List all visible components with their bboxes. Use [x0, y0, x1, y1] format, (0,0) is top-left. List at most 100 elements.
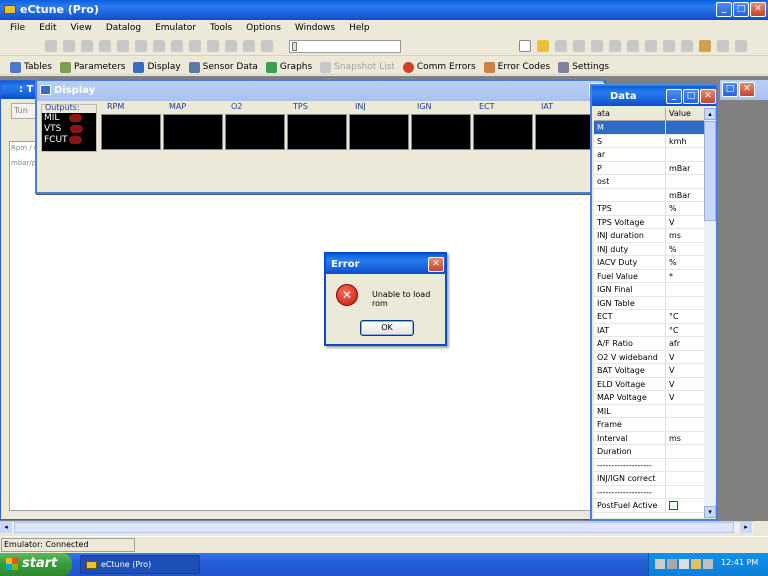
sensor-scroll-up-icon[interactable]: ▴	[704, 108, 716, 120]
sensor-row[interactable]: Duration	[594, 445, 704, 459]
folder-icon[interactable]	[153, 40, 165, 52]
sensor-scroll-down-icon[interactable]: ▾	[704, 506, 716, 518]
redo-icon[interactable]	[735, 40, 747, 52]
sensor-row[interactable]: PmBar	[594, 161, 704, 175]
error-ok-button[interactable]: OK	[360, 320, 414, 336]
menu-file[interactable]: File	[10, 23, 25, 37]
open-folder-icon[interactable]	[537, 40, 549, 52]
sensor-row[interactable]: TPS Voltage V	[594, 215, 704, 229]
sensor-scroll-thumb[interactable]	[704, 121, 716, 221]
tray-icon-5[interactable]	[703, 559, 713, 569]
taskbar-app-button[interactable]: eCtune (Pro)	[80, 555, 200, 574]
parameters-button[interactable]: Parameters	[59, 60, 125, 74]
back-icon[interactable]	[189, 40, 201, 52]
gear-icon[interactable]	[645, 40, 657, 52]
sensor-row[interactable]: Frame	[594, 418, 704, 432]
sensor-row[interactable]: IGN Final	[594, 283, 704, 297]
settings-button[interactable]: Settings	[558, 60, 609, 74]
tables-button[interactable]: Tables	[10, 60, 52, 74]
sensor-row[interactable]: Interval ms	[594, 431, 704, 445]
sensor-row[interactable]: INJ duration ms	[594, 229, 704, 243]
target-icon[interactable]	[117, 40, 129, 52]
gear2-icon[interactable]	[663, 40, 675, 52]
sensor-row[interactable]: PostFuel Active	[594, 499, 704, 513]
sensor-row[interactable]: IACV Duty%	[594, 256, 704, 270]
sensor-row[interactable]: M	[594, 121, 704, 135]
sensor-row[interactable]: ost	[594, 175, 704, 189]
app-title-bar[interactable]: eCtune (Pro) _ □ ✕	[0, 0, 768, 20]
h-scroll-thumb[interactable]	[14, 522, 734, 533]
sensor-row[interactable]: ELD Voltage V	[594, 377, 704, 391]
save-all-icon[interactable]	[99, 40, 111, 52]
sensor-row[interactable]: MAP Voltage V	[594, 391, 704, 405]
new-file-icon[interactable]	[519, 40, 531, 52]
slider-thumb[interactable]	[292, 42, 297, 51]
snapshot-list-button[interactable]: Snapshot List	[320, 60, 395, 74]
sensor-row[interactable]: INJ duty%	[594, 242, 704, 256]
tray-icon-4[interactable]	[691, 559, 701, 569]
disk5-icon[interactable]	[627, 40, 639, 52]
menu-help[interactable]: Help	[349, 23, 370, 37]
paste-icon[interactable]	[699, 40, 711, 52]
sensor-scrollbar[interactable]: ▴ ▾	[704, 108, 716, 518]
tray-icon-2[interactable]	[667, 559, 677, 569]
sensor-row[interactable]: BAT Voltage V	[594, 364, 704, 378]
graphs-button[interactable]: Graphs	[265, 60, 312, 74]
main-horizontal-scrollbar[interactable]: ◂ ▸	[0, 521, 754, 533]
sensor-close-icon[interactable]: ✕	[700, 89, 716, 104]
sensor-row[interactable]: -------------------	[594, 458, 704, 472]
sensor-data-title-bar[interactable]: Data _ □ ✕	[592, 86, 716, 106]
copy-icon[interactable]	[171, 40, 183, 52]
menu-edit[interactable]: Edit	[39, 23, 56, 37]
display-title-bar[interactable]: Display ✕	[37, 81, 605, 101]
error-dialog-title-bar[interactable]: Error ✕	[326, 254, 445, 274]
sensor-row[interactable]: -------------------	[594, 485, 704, 499]
comm-errors-button[interactable]: Comm Errors	[402, 60, 476, 74]
tray-icon-1[interactable]	[655, 559, 665, 569]
pause-icon[interactable]	[243, 40, 255, 52]
disk3-icon[interactable]	[591, 40, 603, 52]
sensor-row[interactable]: Skmh	[594, 134, 704, 148]
sensor-row[interactable]: TPS%	[594, 202, 704, 216]
sensor-row[interactable]: INJ/IGN correct	[594, 472, 704, 486]
tray-icon-3[interactable]	[679, 559, 689, 569]
sensor-maximize-icon[interactable]: □	[683, 89, 699, 104]
menu-emulator[interactable]: Emulator	[155, 23, 196, 37]
sensor-row[interactable]: O2 V wideband V	[594, 350, 704, 364]
sensor-row[interactable]: ar	[594, 148, 704, 162]
playback-slider[interactable]	[289, 40, 401, 53]
sensor-row[interactable]: ECT °C	[594, 310, 704, 324]
target2-icon[interactable]	[135, 40, 147, 52]
play-icon[interactable]	[207, 40, 219, 52]
clock[interactable]: 12:41 PM	[721, 558, 758, 567]
display-button[interactable]: Display	[133, 60, 181, 74]
sensor-row[interactable]: IAT °C	[594, 323, 704, 337]
save-disk-icon[interactable]	[555, 40, 567, 52]
menu-windows[interactable]: Windows	[295, 23, 335, 37]
close-icon[interactable]: ✕	[750, 2, 766, 17]
disk4-icon[interactable]	[609, 40, 621, 52]
pencil-icon[interactable]	[45, 40, 57, 52]
maximize-icon[interactable]: □	[733, 2, 749, 17]
menu-view[interactable]: View	[71, 23, 92, 37]
undo-icon[interactable]	[717, 40, 729, 52]
sensor-row[interactable]: IGN Table	[594, 296, 704, 310]
sensor-row[interactable]: Fuel Value *	[594, 269, 704, 283]
menu-options[interactable]: Options	[246, 23, 281, 37]
sensor-row[interactable]: mBar	[594, 188, 704, 202]
sensor-data-button[interactable]: Sensor Data	[188, 60, 258, 74]
hidden-maximize-icon[interactable]: □	[722, 82, 738, 97]
save-icon[interactable]	[81, 40, 93, 52]
disk2-icon[interactable]	[573, 40, 585, 52]
minimize-icon[interactable]: _	[716, 2, 732, 17]
sensor-row[interactable]: A/F Ratio afr	[594, 337, 704, 351]
sensor-row[interactable]: MIL	[594, 404, 704, 418]
dot-icon[interactable]	[63, 40, 75, 52]
error-dialog-close-icon[interactable]: ✕	[428, 257, 444, 272]
start-button[interactable]: start	[0, 553, 72, 576]
hidden-close-icon[interactable]: ✕	[739, 82, 755, 97]
copy-doc-icon[interactable]	[681, 40, 693, 52]
h-scroll-right-icon[interactable]: ▸	[740, 522, 752, 533]
h-scroll-left-icon[interactable]: ◂	[0, 522, 12, 533]
sensor-minimize-icon[interactable]: _	[666, 89, 682, 104]
